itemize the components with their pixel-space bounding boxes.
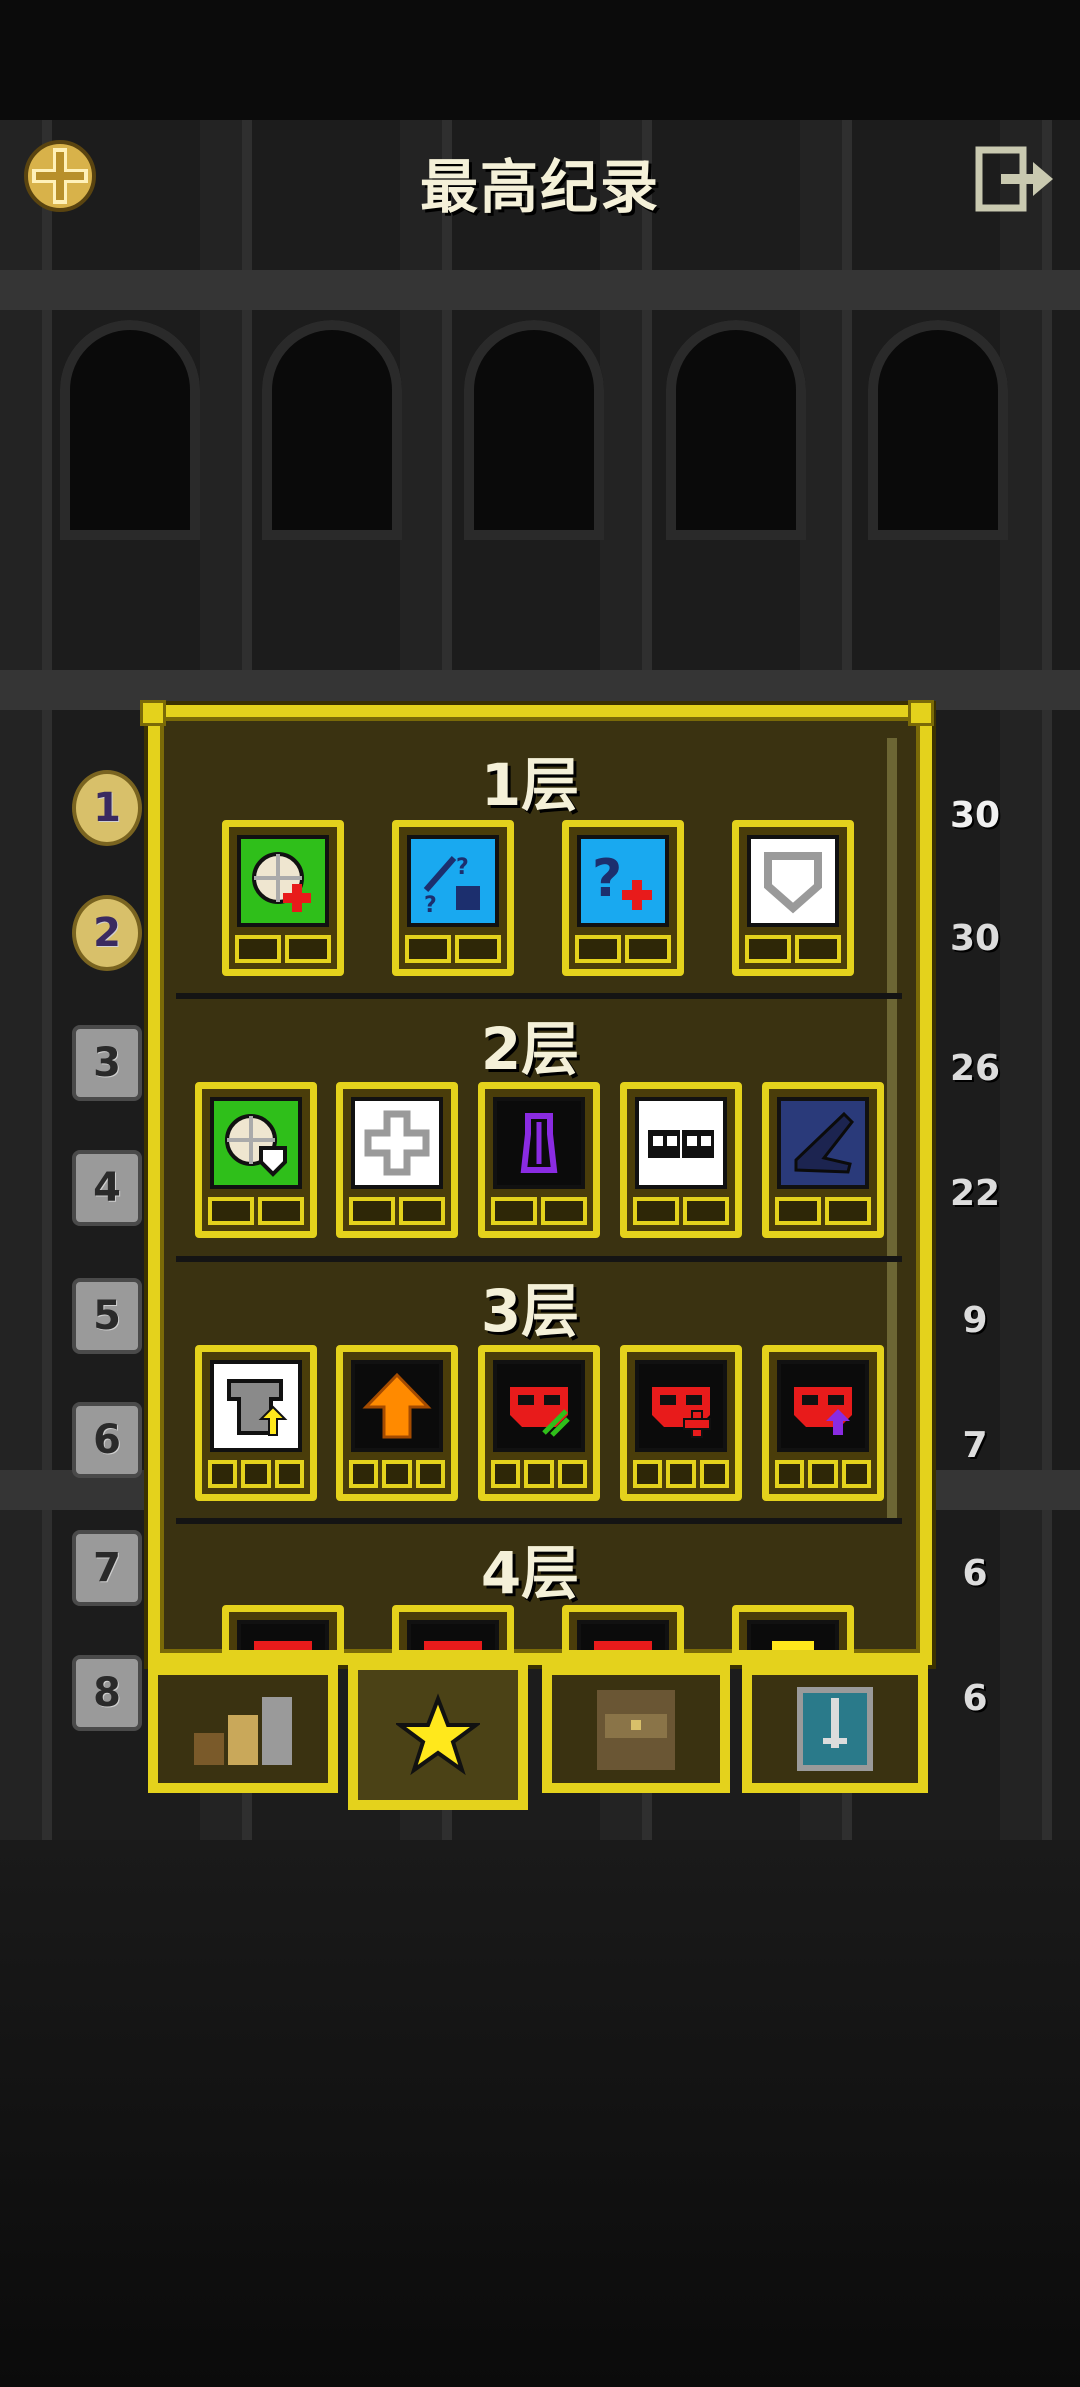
badge-card[interactable] [195, 1082, 317, 1238]
items-tab[interactable] [742, 1665, 928, 1793]
unknown-equipment-badge-icon: ?? [407, 835, 499, 927]
page-title: 最高纪录 [419, 153, 660, 221]
badge-card[interactable] [336, 1082, 458, 1238]
depth-badge-7[interactable]: 7 [72, 1530, 142, 1606]
depth-value-5: 9 [962, 1300, 988, 1341]
depth-badge-5[interactable]: 5 [72, 1278, 142, 1354]
wall-arch [666, 320, 806, 540]
depth-value-6: 7 [962, 1425, 988, 1466]
star-icon [396, 1693, 480, 1776]
depth-badge-1[interactable]: 1 [72, 770, 142, 846]
wall-arch [868, 320, 1008, 540]
badge-card[interactable] [562, 1605, 684, 1657]
depth-value-3: 26 [949, 1048, 1001, 1089]
badge-card[interactable] [732, 820, 854, 976]
depth-badge-4[interactable]: 4 [72, 1150, 142, 1226]
wall-arch [464, 320, 604, 540]
top-black-band [0, 0, 1080, 120]
red-mask-badge-icon [493, 1360, 585, 1452]
floor-title-1: 1层 [480, 751, 580, 819]
badge-card[interactable] [620, 1082, 742, 1238]
badge-card[interactable] [222, 1605, 344, 1657]
unknown-item-plus-badge-icon: ? [577, 835, 669, 927]
wall-ledge [0, 270, 1080, 310]
badge-card[interactable] [392, 1605, 514, 1657]
yellow-badge-icon [747, 1620, 839, 1650]
rankings-icon [194, 1697, 292, 1765]
svg-text:?: ? [456, 855, 469, 880]
armor-upgrade-badge-icon [210, 1360, 302, 1452]
badge-card[interactable] [732, 1605, 854, 1657]
badge-card[interactable]: ? [562, 820, 684, 976]
sword-tablet-icon [797, 1687, 873, 1771]
cross-badge-icon [351, 1097, 443, 1189]
badge-card[interactable] [195, 1345, 317, 1501]
red-badge-icon [577, 1620, 669, 1650]
floor-separator [176, 1518, 902, 1524]
badge-card[interactable] [222, 820, 344, 976]
depth-value-8: 6 [962, 1678, 988, 1719]
red-badge-icon [237, 1620, 329, 1650]
depth-value-4: 22 [949, 1173, 1001, 1214]
svg-text:?: ? [424, 893, 437, 916]
red-mask-plus-badge-icon [635, 1360, 727, 1452]
red-mask-purple-badge-icon [777, 1360, 869, 1452]
backpack-icon [597, 1690, 675, 1770]
floor-title-2: 2层 [480, 1015, 580, 1083]
badge-card[interactable] [336, 1345, 458, 1501]
badges-tab[interactable] [348, 1660, 528, 1810]
panel-corner [140, 700, 166, 726]
depth-value-1: 30 [949, 795, 1001, 836]
health-shield-badge-icon [210, 1097, 302, 1189]
floor-title-4: 4层 [480, 1539, 580, 1607]
wall-arch [60, 320, 200, 540]
depth-badge-6[interactable]: 6 [72, 1402, 142, 1478]
skulls-badge-icon [635, 1097, 727, 1189]
depth-badge-3[interactable]: 3 [72, 1025, 142, 1101]
exit-icon[interactable] [975, 146, 1057, 212]
depth-value-7: 6 [962, 1553, 988, 1594]
health-plus-badge-icon [237, 835, 329, 927]
depth-value-2: 30 [949, 918, 1001, 959]
blue-boot-badge-icon [777, 1097, 869, 1189]
journal-tab[interactable] [542, 1665, 730, 1793]
floor-title-3: 3层 [480, 1277, 580, 1345]
floor-separator [176, 1256, 902, 1262]
badge-card[interactable] [478, 1345, 600, 1501]
badge-card[interactable] [620, 1345, 742, 1501]
svg-text:?: ? [592, 849, 622, 909]
red-badge-icon [407, 1620, 499, 1650]
bottom-shadow [0, 1840, 1080, 2387]
badge-card[interactable] [762, 1082, 884, 1238]
purple-potion-badge-icon [493, 1097, 585, 1189]
depth-badge-8[interactable]: 8 [72, 1655, 142, 1731]
depth-badge-2[interactable]: 2 [72, 895, 142, 971]
floor-separator [176, 993, 902, 999]
orange-arrow-badge-icon [351, 1360, 443, 1452]
panel-corner [908, 700, 934, 726]
rankings-tab[interactable] [148, 1665, 338, 1793]
badge-card[interactable] [762, 1345, 884, 1501]
wall-arch [262, 320, 402, 540]
armor-shield-badge-icon [747, 835, 839, 927]
badge-card[interactable]: ?? [392, 820, 514, 976]
panel-scrollbar[interactable] [887, 738, 897, 1518]
badge-card[interactable] [478, 1082, 600, 1238]
